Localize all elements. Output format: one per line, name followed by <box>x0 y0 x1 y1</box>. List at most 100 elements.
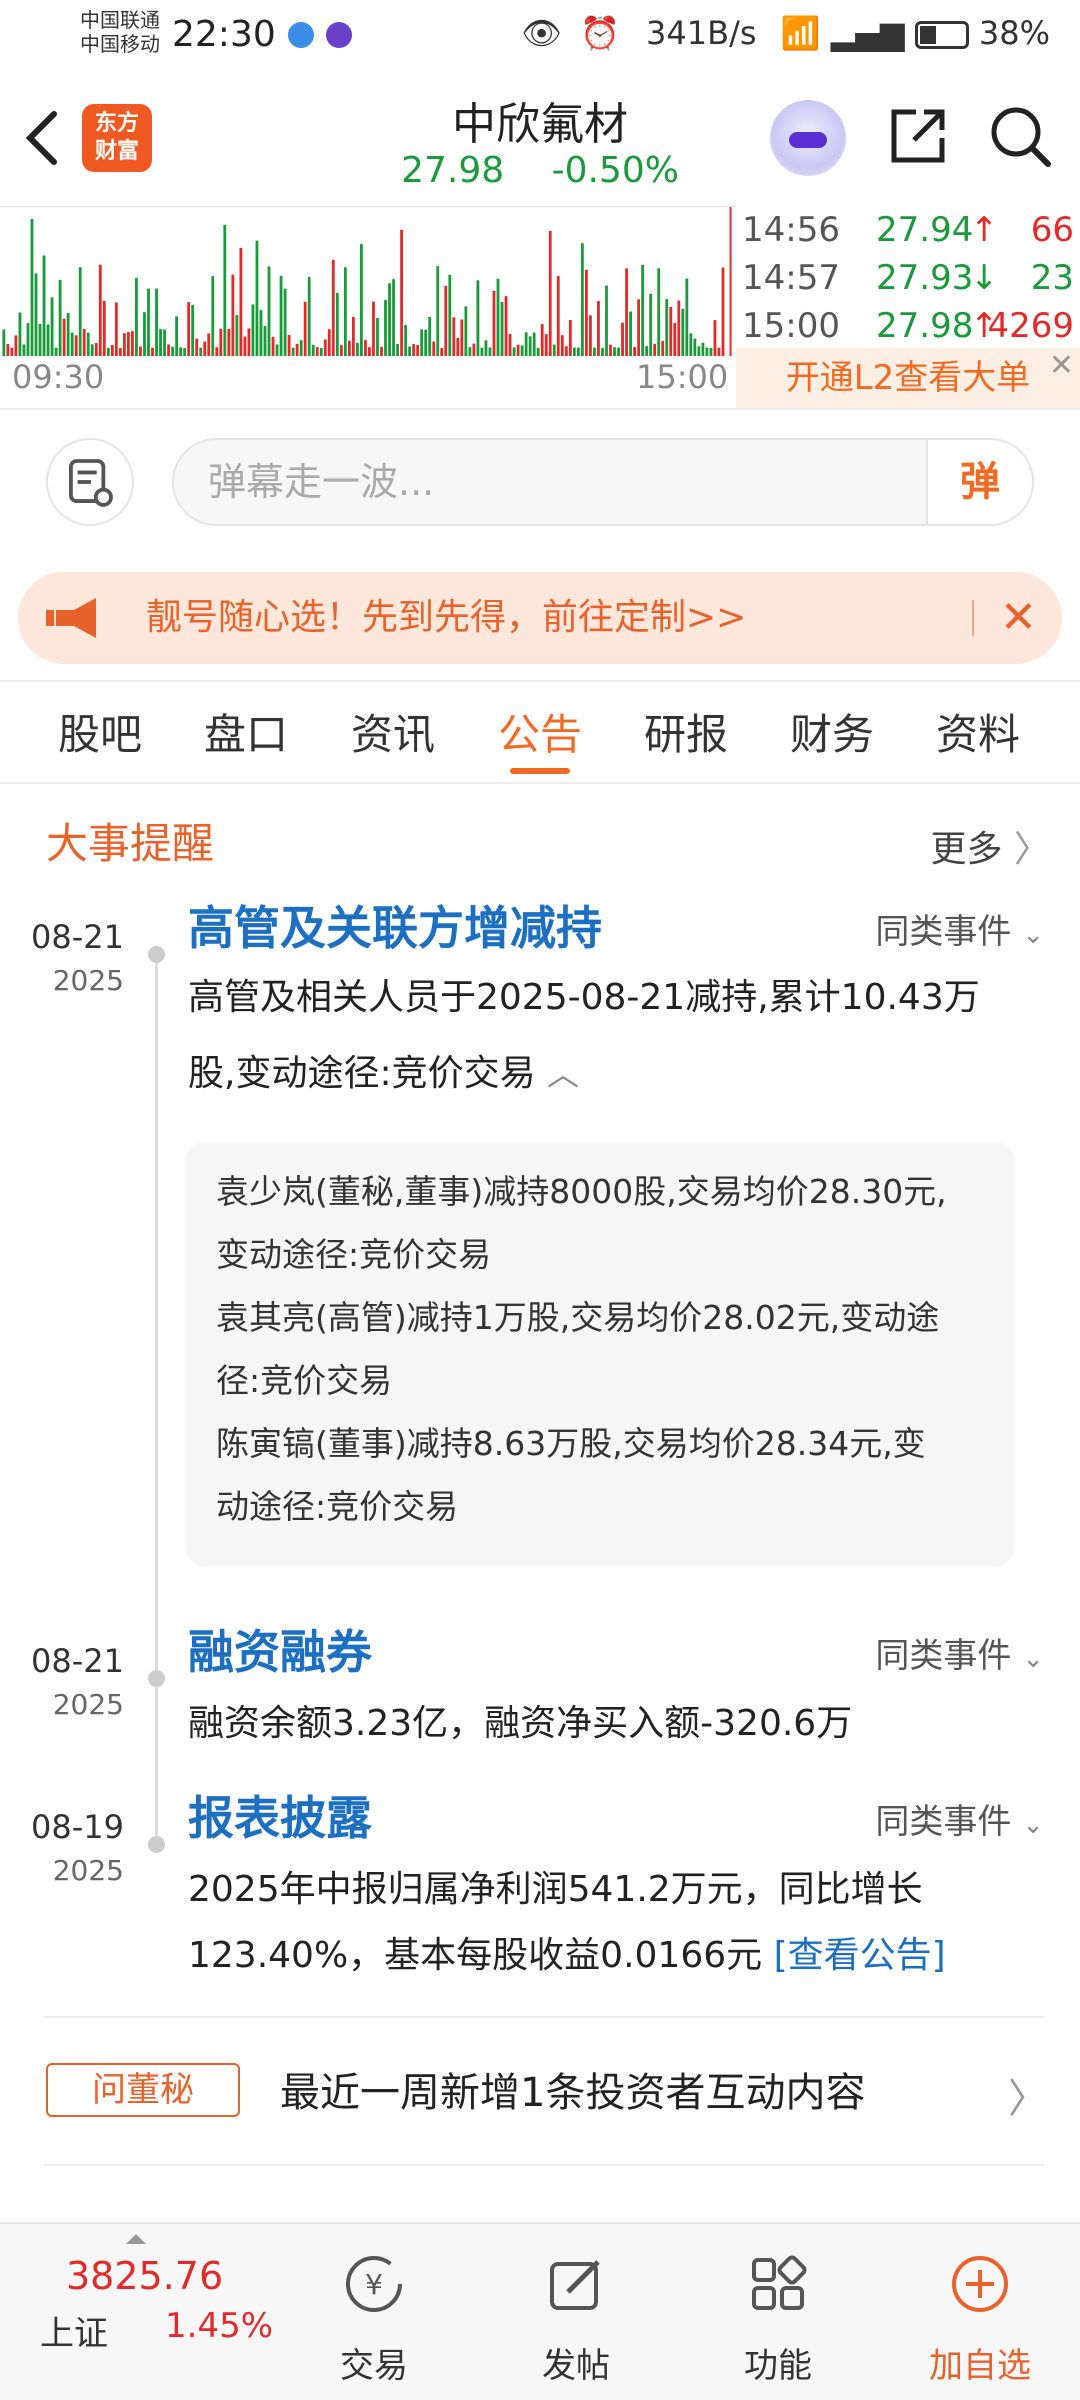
post-button[interactable]: 发帖 <box>506 2234 646 2386</box>
tick-list: 14:56 27.94 ↑ 66 14:57 27.93 ↓ 23 15:00 … <box>740 206 1080 350</box>
volume-bar <box>207 333 211 356</box>
tab-profile[interactable]: 资料 <box>918 700 1038 770</box>
volume-bar <box>114 302 118 356</box>
chevron-down-icon: ⌄ <box>1022 920 1044 950</box>
function-button[interactable]: 功能 <box>708 2234 848 2386</box>
volume-bar <box>143 312 146 356</box>
volume-bar <box>319 348 323 356</box>
volume-bar <box>717 347 721 356</box>
volume-bar <box>649 293 653 356</box>
detail-line: 径:竞价交易 <box>216 1361 393 1400</box>
event-title[interactable]: 报表披露 <box>188 1782 372 1848</box>
volume-bar <box>351 316 355 356</box>
view-announcement-link[interactable]: [查看公告] <box>774 1935 946 1976</box>
volume-bar <box>412 344 416 356</box>
event-year: 2025 <box>52 964 124 997</box>
l2-upgrade-button[interactable]: 开通L2查看大单 ✕ <box>736 348 1080 408</box>
svg-text:¥: ¥ <box>365 2268 383 2301</box>
grid-icon <box>752 2255 807 2310</box>
divider <box>44 2164 1044 2166</box>
add-watchlist-button[interactable]: 加自选 <box>910 2234 1050 2386</box>
volume-bar <box>235 315 239 356</box>
volume-bar <box>219 328 223 356</box>
tab-announcements[interactable]: 公告 <box>480 700 600 770</box>
volume-bar <box>597 301 600 356</box>
same-type-events-button[interactable]: 同类事件 ⌄ <box>875 1794 1044 1843</box>
bottom-bar: 3825.76 上证 1.45% ¥ 交易 发帖 功能 加自选 <box>0 2222 1080 2400</box>
volume-bar <box>496 278 500 356</box>
collapse-icon[interactable]: ︿ <box>547 1055 579 1093</box>
volume-bar <box>637 299 641 356</box>
volume-bar <box>548 230 552 356</box>
volume-bar <box>58 279 62 356</box>
volume-bar <box>500 301 504 356</box>
danmaku-input[interactable]: 弹幕走一波... 弹 <box>172 438 1034 526</box>
event-summary: 2025年中报归属净利润541.2万元，同比增长 <box>188 1869 923 1910</box>
trade-button[interactable]: ¥ 交易 <box>304 2234 444 2386</box>
volume-bar <box>106 348 110 356</box>
event-title[interactable]: 高管及关联方增减持 <box>188 892 602 958</box>
same-type-events-button[interactable]: 同类事件 ⌄ <box>875 904 1044 953</box>
close-icon[interactable]: ✕ <box>1000 572 1037 664</box>
event-summary: 高管及相关人员于2025-08-21减持,累计10.43万 <box>188 977 980 1018</box>
ai-assistant-icon[interactable] <box>770 100 846 176</box>
volume-bar <box>424 329 428 356</box>
volume-bar <box>126 332 130 356</box>
event-title[interactable]: 融资融券 <box>188 1616 372 1682</box>
danmaku-placeholder: 弹幕走一波... <box>208 460 435 504</box>
close-icon[interactable]: ✕ <box>1049 348 1074 384</box>
volume-bar <box>94 343 98 356</box>
volume-bar <box>576 347 580 356</box>
volume-bar <box>697 346 701 356</box>
volume-bar <box>633 347 637 356</box>
more-link[interactable]: 更多 〉 <box>931 820 1050 872</box>
volume-bar <box>709 347 713 356</box>
volume-bar <box>677 300 681 356</box>
volume-bar <box>713 320 717 356</box>
tab-research[interactable]: 研报 <box>626 700 746 770</box>
same-type-events-button[interactable]: 同类事件 ⌄ <box>875 1628 1044 1677</box>
volume-bar <box>163 329 166 356</box>
volume-bar <box>396 344 399 356</box>
carrier-2: 中国移动 <box>80 32 160 56</box>
chevron-right-icon[interactable]: 〉 <box>1008 2066 1048 2124</box>
volume-bar <box>372 301 375 356</box>
index-value[interactable]: 3825.76 <box>66 2254 223 2298</box>
search-icon[interactable] <box>988 104 1052 168</box>
volume-bar <box>147 288 150 356</box>
volume-bar <box>400 229 403 356</box>
index-change[interactable]: 1.45% <box>165 2306 273 2346</box>
volume-bar <box>259 310 263 356</box>
volume-bar <box>191 305 195 356</box>
volume-bar <box>657 268 661 356</box>
volume-bar <box>187 302 191 356</box>
share-icon[interactable] <box>886 104 950 168</box>
promo-banner[interactable]: 靓号随心选！先到先得，前往定制>> ✕ <box>18 572 1062 664</box>
tab-finance[interactable]: 财务 <box>772 700 892 770</box>
volume-bar <box>617 347 620 356</box>
volume-bar <box>50 297 54 356</box>
investor-interaction-link[interactable]: 最近一周新增1条投资者互动内容 <box>280 2060 865 2118</box>
volume-bar <box>279 275 283 356</box>
timeline-dot <box>148 946 165 963</box>
volume-bar <box>593 347 596 356</box>
danmaku-settings-icon[interactable] <box>46 438 134 526</box>
index-name[interactable]: 上证 <box>40 2306 108 2355</box>
danmaku-send-button[interactable]: 弹 <box>926 440 1032 524</box>
timeline-dot <box>148 1670 165 1687</box>
caret-up-icon[interactable] <box>126 2234 146 2244</box>
volume-bar <box>580 243 584 356</box>
volume-bar <box>380 346 383 356</box>
volume-bar <box>488 347 492 356</box>
volume-bar <box>492 290 496 356</box>
volume-bar <box>480 347 484 356</box>
volume-bar <box>90 344 94 356</box>
network-speed: 341B/s <box>646 14 757 52</box>
tab-news[interactable]: 资讯 <box>333 700 453 770</box>
intraday-volume-chart[interactable] <box>0 206 736 356</box>
tab-pankou[interactable]: 盘口 <box>186 700 306 770</box>
tab-guba[interactable]: 股吧 <box>40 700 160 770</box>
volume-bar <box>681 308 685 356</box>
volume-bar <box>159 329 162 356</box>
volume-bar <box>512 347 516 356</box>
